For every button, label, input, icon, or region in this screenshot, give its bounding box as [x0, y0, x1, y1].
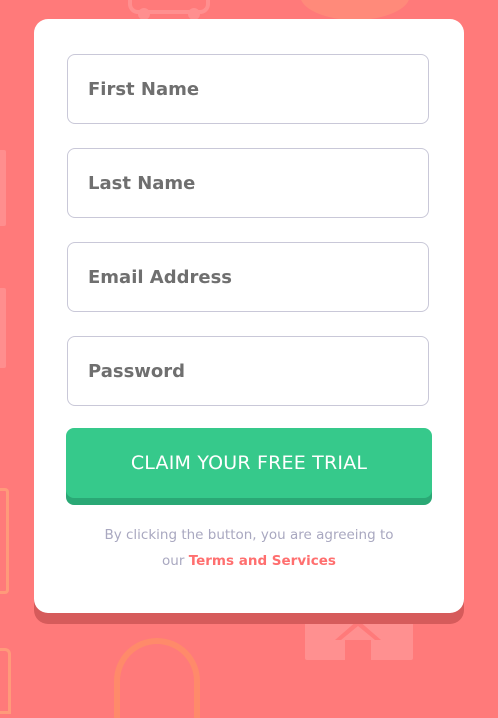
- terms-link[interactable]: Terms and Services: [189, 553, 336, 569]
- background-decoration: [0, 150, 6, 226]
- background-blob: [300, 0, 410, 20]
- legal-text-line-1: By clicking the button, you are agreeing…: [104, 527, 394, 543]
- password-field[interactable]: [67, 336, 429, 406]
- background-decoration: [0, 488, 9, 594]
- legal-text-line-2: our Terms and Services: [34, 548, 464, 574]
- email-input[interactable]: [68, 243, 428, 311]
- background-decoration: [0, 288, 6, 368]
- cart-icon: [128, 0, 210, 20]
- first-name-input[interactable]: [68, 55, 428, 123]
- last-name-field[interactable]: [67, 148, 429, 218]
- password-input[interactable]: [68, 337, 428, 405]
- headphones-icon: [114, 638, 200, 718]
- legal-text-prefix: our: [162, 553, 185, 569]
- claim-trial-button[interactable]: CLAIM YOUR FREE TRIAL: [66, 428, 432, 498]
- signup-card: CLAIM YOUR FREE TRIAL By clicking the bu…: [34, 19, 464, 613]
- background-decoration: [0, 648, 11, 714]
- legal-notice: By clicking the button, you are agreeing…: [34, 522, 464, 574]
- email-field[interactable]: [67, 242, 429, 312]
- last-name-input[interactable]: [68, 149, 428, 217]
- first-name-field[interactable]: [67, 54, 429, 124]
